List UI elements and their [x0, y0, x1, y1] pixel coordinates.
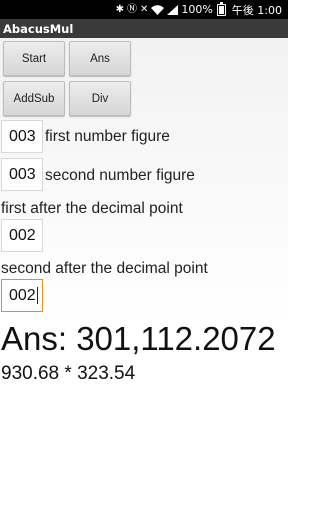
battery-percent: 100%	[181, 3, 213, 16]
answer-display: Ans: 301,112.2072	[1, 320, 276, 357]
first-number-figure-input[interactable]: 003	[1, 120, 43, 153]
clock: 午後 1:00	[231, 3, 282, 17]
first-number-figure-value: 003	[9, 127, 36, 145]
ans-button[interactable]: Ans	[69, 41, 131, 76]
second-after-decimal-value: 002	[9, 286, 36, 304]
div-button[interactable]: Div	[69, 81, 131, 116]
mute-icon: ✕	[139, 3, 149, 15]
nfc-icon: Ⓝ	[126, 3, 137, 15]
start-button[interactable]: Start	[3, 41, 65, 76]
main-content: Start Ans AddSub Div 003 first number fi…	[0, 38, 288, 512]
battery-icon	[216, 1, 226, 16]
signal-icon	[167, 4, 179, 15]
first-after-decimal-input[interactable]: 002	[1, 219, 43, 252]
second-number-figure-label: second number figure	[45, 167, 195, 184]
first-after-decimal-value: 002	[9, 226, 36, 244]
status-bar: ✱ Ⓝ ✕ 100% 午後 1:00	[0, 0, 288, 19]
app-bar: AbacusMul	[0, 19, 288, 38]
text-caret	[36, 287, 38, 304]
second-number-figure-input[interactable]: 003	[1, 158, 43, 191]
first-after-decimal-label: first after the decimal point	[1, 200, 183, 217]
second-number-figure-value: 003	[9, 165, 36, 183]
expression-display: 930.68 * 323.54	[1, 363, 136, 384]
second-after-decimal-label: second after the decimal point	[1, 260, 208, 277]
wifi-icon	[151, 4, 165, 15]
second-after-decimal-input[interactable]: 002	[1, 279, 43, 312]
app-title: AbacusMul	[3, 21, 74, 36]
addsub-button[interactable]: AddSub	[3, 81, 65, 116]
bluetooth-icon: ✱	[115, 3, 124, 15]
first-number-figure-label: first number figure	[45, 128, 170, 145]
